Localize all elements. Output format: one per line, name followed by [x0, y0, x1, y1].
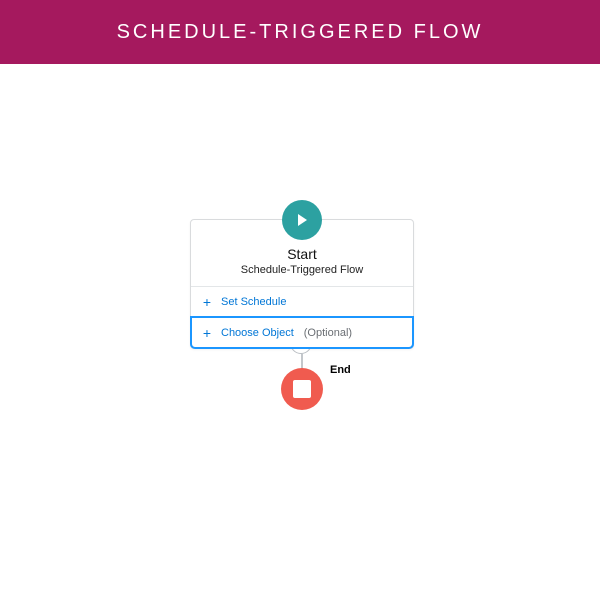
choose-object-label: Choose Object: [221, 327, 294, 339]
set-schedule-label: Set Schedule: [221, 296, 286, 308]
end-label: End: [330, 364, 351, 376]
start-title: Start: [199, 246, 405, 262]
stop-icon: [293, 380, 311, 398]
flow-canvas: Start Schedule-Triggered Flow + Set Sche…: [0, 64, 600, 600]
choose-object-row[interactable]: + Choose Object (Optional): [191, 317, 413, 348]
plus-icon: +: [201, 326, 213, 340]
banner-title: SCHEDULE-TRIGGERED FLOW: [117, 21, 484, 44]
page-banner: SCHEDULE-TRIGGERED FLOW: [0, 0, 600, 64]
play-icon: [282, 200, 322, 240]
start-node[interactable]: Start Schedule-Triggered Flow + Set Sche…: [190, 219, 414, 349]
choose-object-optional: (Optional): [304, 327, 352, 339]
plus-icon: +: [201, 295, 213, 309]
set-schedule-row[interactable]: + Set Schedule: [191, 286, 413, 317]
start-subtitle: Schedule-Triggered Flow: [199, 264, 405, 276]
end-node[interactable]: [281, 368, 323, 410]
